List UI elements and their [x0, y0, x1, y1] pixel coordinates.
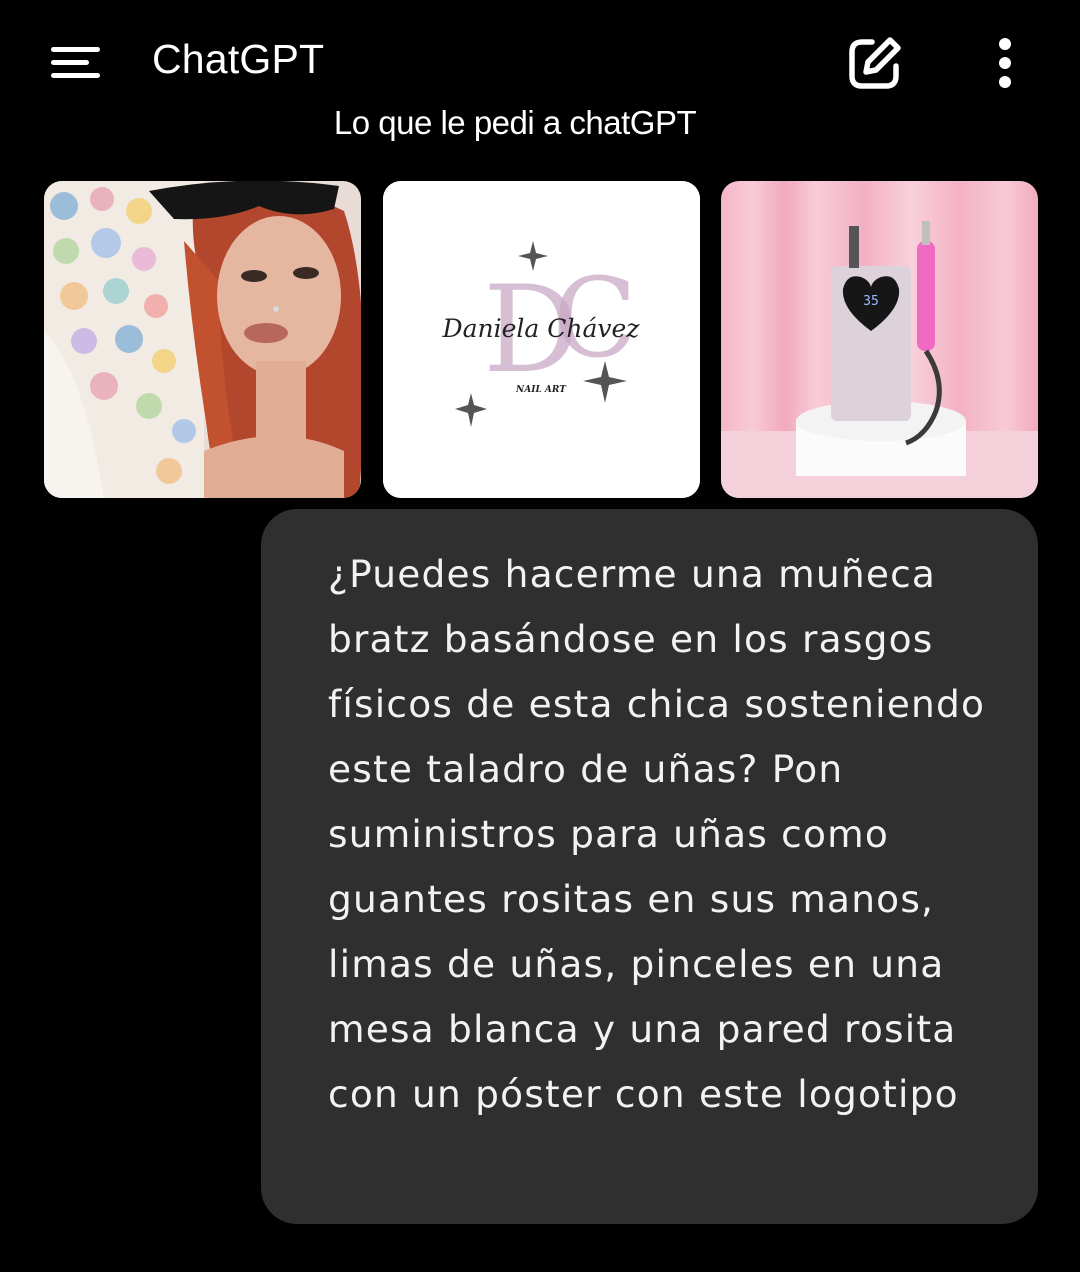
new-chat-button[interactable]	[842, 30, 908, 96]
app-bar: ChatGPT	[0, 0, 1080, 120]
app-title: ChatGPT	[152, 36, 325, 82]
user-message-text: ¿Puedes hacerme una muñeca bratz basándo…	[328, 552, 986, 1116]
logo-subtext: NAIL ART	[515, 385, 567, 395]
caption-text: Lo que le pedi a chatGPT	[333, 104, 697, 141]
attachment-photo-nail-drill[interactable]: 35	[721, 181, 1038, 498]
attachment-photo-girl[interactable]	[44, 181, 361, 498]
attachment-logo[interactable]: D C Daniela Chávez NAIL ART	[383, 181, 700, 498]
nail-drill-photo: 35	[721, 181, 1038, 498]
user-message-bubble: ¿Puedes hacerme una muñeca bratz basándo…	[261, 509, 1038, 1224]
more-options-button[interactable]	[982, 32, 1028, 94]
daniela-chavez-logo: D C Daniela Chávez NAIL ART	[383, 181, 700, 498]
portrait-photo	[44, 181, 361, 498]
menu-button[interactable]	[40, 32, 112, 92]
logo-name-text: Daniela Chávez	[442, 314, 641, 343]
drill-display-text: 35	[863, 294, 879, 309]
edit-pencil-icon	[849, 37, 901, 89]
